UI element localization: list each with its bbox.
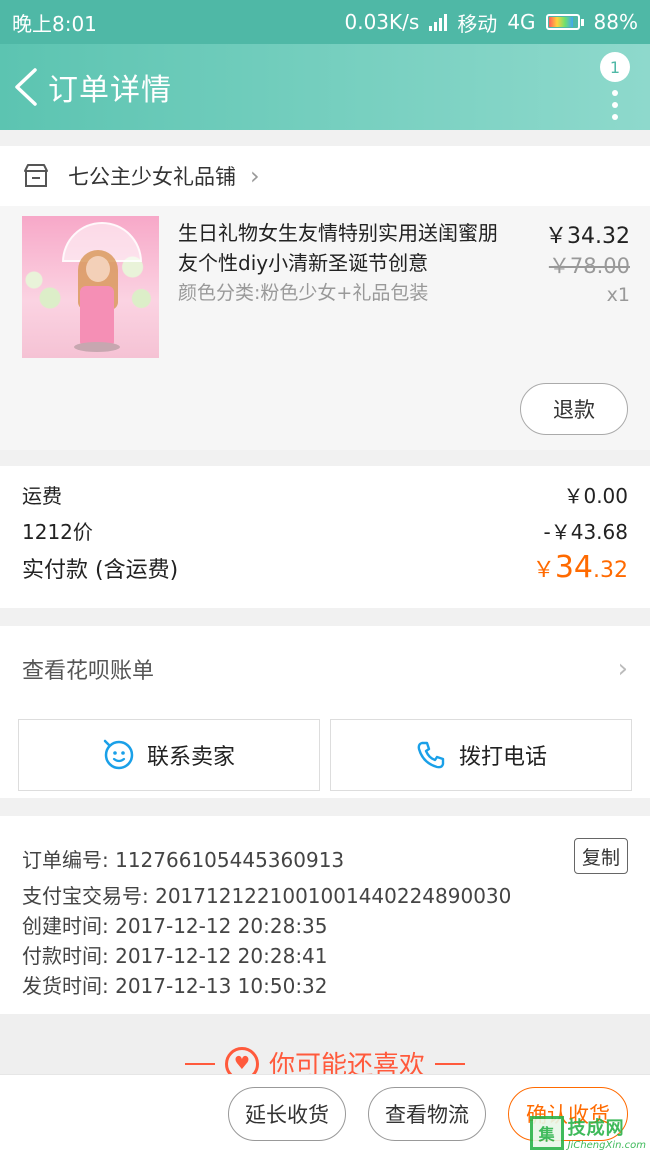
recommend-header: ♥ 你可能还喜欢 [184, 1045, 465, 1074]
copy-button[interactable]: 复制 [574, 838, 628, 874]
battery-icon [545, 14, 584, 30]
discount-row: 1212价 -￥43.68 [22, 516, 628, 545]
watermark-logo: 集 技成网 JiChengXin.com [529, 1114, 646, 1151]
signal-icon [429, 13, 448, 31]
carrier-name: 移动 [457, 11, 498, 36]
paid-label: 实付款 (含运费) [22, 557, 179, 583]
network-speed: 0.03K/s [344, 10, 420, 34]
shipping-value: ￥0.00 [563, 484, 628, 508]
phone-icon [417, 741, 445, 769]
huabei-label: 查看花呗账单 [22, 659, 155, 684]
shop-row[interactable]: 七公主少女礼品铺 › [0, 146, 650, 206]
shop-icon [24, 164, 48, 187]
chevron-right-icon: › [617, 654, 628, 684]
huabei-bill-row[interactable]: 查看花呗账单 › [0, 626, 650, 712]
chat-bubble-icon [103, 739, 134, 770]
watermark-text: 技成网 [567, 1118, 625, 1139]
more-icon [612, 90, 618, 120]
page-title: 订单详情 [48, 73, 172, 108]
product-sku: 颜色分类:粉色少女+礼品包装 [178, 282, 429, 304]
watermark-url: JiChengXin.com [567, 1140, 646, 1151]
discount-label: 1212价 [22, 520, 93, 544]
back-button[interactable] [4, 44, 48, 130]
chevron-right-icon: › [250, 162, 260, 190]
contact-area: 联系卖家 拨打电话 [0, 712, 650, 798]
call-phone-label: 拨打电话 [458, 744, 547, 769]
discount-value: -￥43.68 [543, 520, 628, 544]
shipped-time: 发货时间: 2017-12-13 10:50:32 [22, 974, 328, 998]
more-menu-button[interactable]: 1 [598, 52, 632, 122]
shipping-label: 运费 [22, 484, 62, 508]
paid-total: ￥34.32 [533, 550, 628, 585]
app-bar: 订单详情 1 [0, 44, 650, 130]
network-type: 4G [507, 10, 536, 34]
notification-badge: 1 [600, 52, 630, 82]
divider [184, 1062, 215, 1065]
paid-row: 实付款 (含运费) ￥34.32 [22, 550, 628, 585]
divider [435, 1062, 465, 1065]
bottom-action-bar: 延长收货 查看物流 确认收货 集 技成网 JiChengXin.com [0, 1074, 650, 1155]
extend-receipt-button[interactable]: 延长收货 [228, 1087, 346, 1141]
battery-percent: 88% [593, 10, 638, 34]
order-number: 订单编号: 112766105445360913 [22, 848, 345, 872]
view-logistics-button[interactable]: 查看物流 [368, 1087, 486, 1141]
paid-decimal: .32 [593, 558, 628, 583]
paid-currency: ￥ [532, 558, 555, 583]
paid-integer: 34 [554, 550, 593, 585]
product-card[interactable]: 生日礼物女生友情特别实用送闺蜜朋友个性diy小清新圣诞节创意 颜色分类:粉色少女… [0, 206, 650, 450]
product-original-price: ￥78.00 [548, 254, 630, 278]
created-time: 创建时间: 2017-12-12 20:28:35 [22, 914, 328, 938]
chevron-left-icon [15, 68, 37, 106]
recommend-title: 你可能还喜欢 [268, 1051, 425, 1074]
recommend-section: ♥ 你可能还喜欢 [0, 1014, 650, 1074]
order-info: 订单编号: 112766105445360913 复制 支付宝交易号: 2017… [0, 816, 650, 1014]
status-right: 0.03K/s 移动 4G 88% [345, 8, 639, 37]
refund-button[interactable]: 退款 [520, 383, 628, 435]
paid-time: 付款时间: 2017-12-12 20:28:41 [22, 944, 328, 968]
product-thumbnail[interactable] [22, 216, 159, 358]
status-time: 晚上8:01 [12, 11, 97, 36]
contact-seller-label: 联系卖家 [146, 744, 235, 769]
alipay-trade-number: 支付宝交易号: 2017121221001001440224890030 [22, 884, 512, 908]
call-phone-button[interactable]: 拨打电话 [330, 719, 632, 791]
product-title: 生日礼物女生友情特别实用送闺蜜朋友个性diy小清新圣诞节创意 [178, 221, 498, 275]
watermark-icon: 集 [529, 1115, 564, 1150]
fee-summary: 运费 ￥0.00 1212价 -￥43.68 实付款 (含运费) ￥34.32 [0, 466, 650, 608]
heart-icon: ♥ [224, 1046, 259, 1074]
contact-seller-button[interactable]: 联系卖家 [18, 719, 320, 791]
status-bar: 晚上8:01 0.03K/s 移动 4G 88% [0, 0, 650, 44]
shipping-row: 运费 ￥0.00 [22, 480, 628, 509]
product-price: ￥34.32 [545, 224, 630, 249]
shop-name: 七公主少女礼品铺 [68, 165, 236, 189]
product-quantity: x1 [606, 284, 630, 306]
